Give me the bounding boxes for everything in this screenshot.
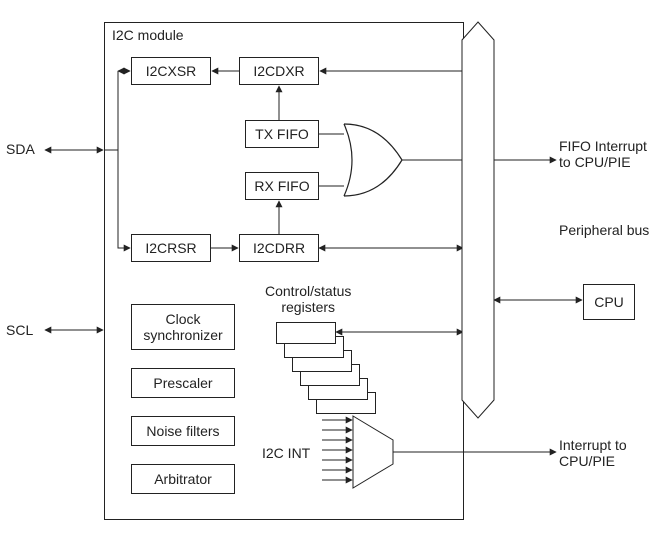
peripheral-bus-icon [462,22,494,418]
i2c-int-mux-icon [353,416,393,488]
sda-split-line [104,71,118,150]
or-gate-icon [344,124,402,196]
sda-split-down [118,150,130,248]
